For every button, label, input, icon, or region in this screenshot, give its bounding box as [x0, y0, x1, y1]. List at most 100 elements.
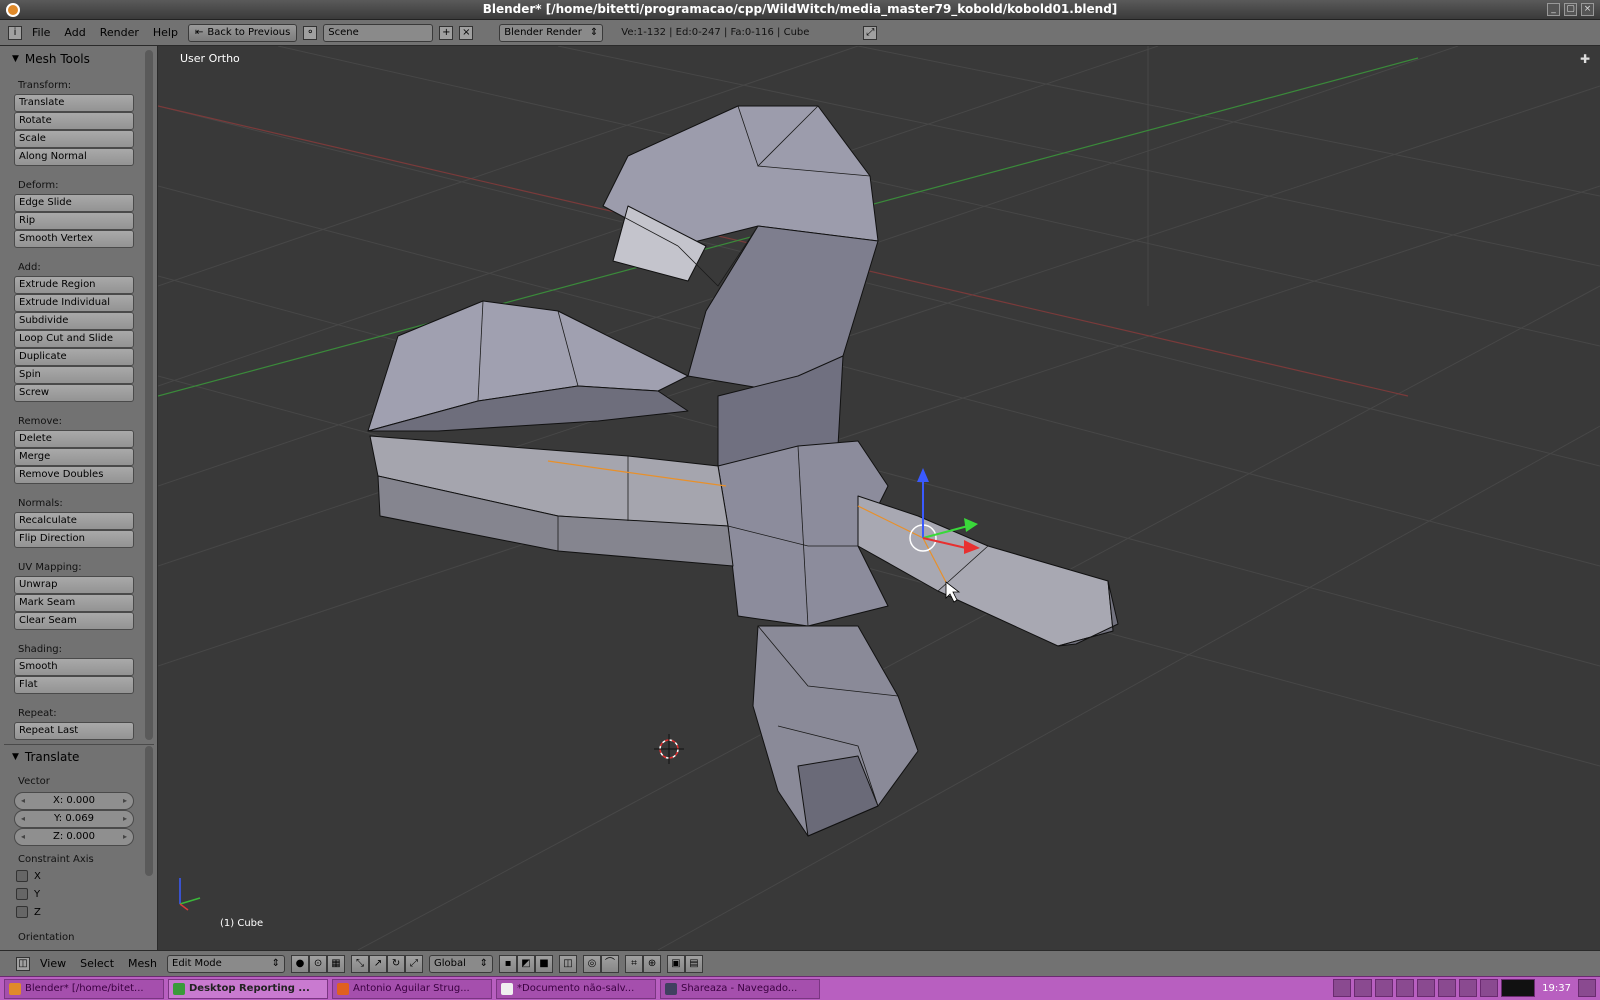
mark-seam-button[interactable]: Mark Seam — [14, 594, 134, 612]
along-normal-button[interactable]: Along Normal — [14, 148, 134, 166]
duplicate-button[interactable]: Duplicate — [14, 348, 134, 366]
tray-steam-icon[interactable] — [1438, 979, 1457, 997]
scale-manipulator-icon[interactable]: ⤢ — [405, 954, 424, 973]
loop-cut-button[interactable]: Loop Cut and Slide — [14, 330, 134, 348]
viewport-shading-icon[interactable]: ● — [291, 954, 310, 973]
flip-direction-button[interactable]: Flip Direction — [14, 530, 134, 548]
remove-doubles-button[interactable]: Remove Doubles — [14, 466, 134, 484]
mesh-tools-header[interactable]: ▼ Mesh Tools — [12, 52, 90, 66]
menu-mesh[interactable]: Mesh — [124, 957, 161, 970]
proportional-edit-icon[interactable]: ◎ — [583, 954, 602, 973]
proportional-controls: ◎ ⌒ — [583, 954, 620, 973]
taskbar-item-shareaza[interactable]: Shareaza - Navegado... — [660, 978, 820, 999]
kobold-mesh[interactable] — [367, 105, 1119, 837]
tray-volume-icon[interactable] — [1578, 979, 1596, 997]
vector-y-field[interactable]: ◂ Y: 0.069 ▸ — [14, 810, 134, 828]
menu-view[interactable]: View — [36, 957, 70, 970]
manipulator-toggle-icon[interactable]: ⤡ — [351, 954, 370, 973]
snap-target-icon[interactable]: ⊕ — [643, 954, 662, 973]
operator-panel-header[interactable]: ▼ Translate — [12, 750, 79, 764]
constraint-y-checkbox[interactable]: Y — [16, 888, 40, 900]
screw-button[interactable]: Screw — [14, 384, 134, 402]
rotate-button[interactable]: Rotate — [14, 112, 134, 130]
mesh-head-side[interactable] — [687, 225, 879, 392]
orientation-select[interactable]: Global ⇕ — [429, 954, 494, 973]
subdivide-button[interactable]: Subdivide — [14, 312, 134, 330]
menu-help[interactable]: Help — [149, 26, 182, 39]
unwrap-button[interactable]: Unwrap — [14, 576, 134, 594]
tray-firefox-icon[interactable] — [1333, 979, 1352, 997]
vector-z-field[interactable]: ◂ Z: 0.000 ▸ — [14, 828, 134, 846]
recalculate-button[interactable]: Recalculate — [14, 512, 134, 530]
back-to-previous-label: Back to Previous — [207, 27, 291, 38]
extrude-region-button[interactable]: Extrude Region — [14, 276, 134, 294]
edge-select-icon[interactable]: ◩ — [517, 954, 536, 973]
constraint-z-checkbox[interactable]: Z — [16, 906, 41, 918]
shareaza-icon — [665, 982, 677, 995]
add-scene-icon[interactable]: + — [439, 25, 454, 40]
constraint-x-label: X — [34, 870, 41, 882]
3d-viewport[interactable]: User Ortho (1) Cube ✚ — [158, 46, 1600, 950]
menu-select[interactable]: Select — [76, 957, 118, 970]
scene-icon[interactable]: ⚬ — [303, 25, 318, 40]
operator-scrollbar[interactable] — [145, 746, 153, 876]
tray-settings-icon[interactable] — [1354, 979, 1373, 997]
translate-manipulator-icon[interactable]: ↗ — [369, 954, 388, 973]
menu-add[interactable]: Add — [60, 26, 89, 39]
taskbar-item-desktop-reporting[interactable]: Desktop Reporting ... — [168, 978, 328, 999]
edge-slide-button[interactable]: Edge Slide — [14, 194, 134, 212]
falloff-icon[interactable]: ⌒ — [601, 954, 620, 973]
clear-seam-button[interactable]: Clear Seam — [14, 612, 134, 630]
taskbar-item-firefox[interactable]: Antonio Aguilar Strug... — [332, 978, 492, 999]
mesh-arm-right[interactable] — [857, 495, 1114, 647]
tray-monitor-icon[interactable] — [1417, 979, 1436, 997]
rip-button[interactable]: Rip — [14, 212, 134, 230]
menu-file[interactable]: File — [28, 26, 54, 39]
editor-type-icon[interactable]: ◫ — [16, 956, 30, 971]
limit-to-visible-icon[interactable]: ◫ — [559, 954, 578, 973]
snap-icon[interactable]: ⌗ — [625, 954, 644, 973]
3d-cursor-icon[interactable] — [654, 734, 684, 764]
delete-button[interactable]: Delete — [14, 430, 134, 448]
render-animation-icon[interactable]: ▤ — [685, 954, 704, 973]
tray-network-icon[interactable] — [1459, 979, 1478, 997]
repeat-last-button[interactable]: Repeat Last — [14, 722, 134, 740]
taskbar-item-document[interactable]: *Documento não-salv... — [496, 978, 656, 999]
smooth-vertex-button[interactable]: Smooth Vertex — [14, 230, 134, 248]
mode-select[interactable]: Edit Mode ⇕ — [167, 954, 286, 973]
spin-button[interactable]: Spin — [14, 366, 134, 384]
rotate-manipulator-icon[interactable]: ↻ — [387, 954, 406, 973]
vector-x-field[interactable]: ◂ X: 0.000 ▸ — [14, 792, 134, 810]
tray-blender-icon[interactable] — [1396, 979, 1415, 997]
fullscreen-icon[interactable]: ⤢ — [863, 25, 878, 40]
menu-render[interactable]: Render — [96, 26, 143, 39]
tray-printer-icon[interactable] — [1480, 979, 1499, 997]
render-engine-select[interactable]: Blender Render ⇕ — [499, 23, 604, 42]
extrude-individual-button[interactable]: Extrude Individual — [14, 294, 134, 312]
pivot-point-icon[interactable]: ⊙ — [309, 954, 328, 973]
limit-selection-icon[interactable]: ▦ — [327, 954, 346, 973]
close-button[interactable]: × — [1581, 3, 1594, 16]
render-still-icon[interactable]: ▣ — [667, 954, 686, 973]
smooth-button[interactable]: Smooth — [14, 658, 134, 676]
add-region-plus-icon[interactable]: ✚ — [1580, 52, 1590, 66]
scene-field[interactable]: Scene — [323, 23, 434, 42]
scale-button[interactable]: Scale — [14, 130, 134, 148]
face-select-icon[interactable]: ■ — [535, 954, 554, 973]
taskbar-item-blender[interactable]: Blender* [/home/bitet... — [4, 978, 164, 999]
toolshelf-scrollbar[interactable] — [145, 50, 153, 740]
back-to-previous-button[interactable]: ⇤ Back to Previous — [187, 23, 298, 42]
merge-button[interactable]: Merge — [14, 448, 134, 466]
translate-button[interactable]: Translate — [14, 94, 134, 112]
viewport-canvas[interactable] — [158, 46, 1600, 950]
remove-scene-icon[interactable]: × — [459, 25, 474, 40]
editor-type-icon[interactable]: i — [8, 25, 22, 40]
flat-button[interactable]: Flat — [14, 676, 134, 694]
constraint-x-checkbox[interactable]: X — [16, 870, 41, 882]
minimize-button[interactable]: _ — [1547, 3, 1560, 16]
increment-arrow-icon: ▸ — [122, 814, 127, 823]
blender-icon — [9, 982, 21, 995]
tray-terminal-icon[interactable] — [1375, 979, 1394, 997]
vertex-select-icon[interactable]: ▪ — [499, 954, 518, 973]
maximize-button[interactable]: ▢ — [1564, 3, 1577, 16]
